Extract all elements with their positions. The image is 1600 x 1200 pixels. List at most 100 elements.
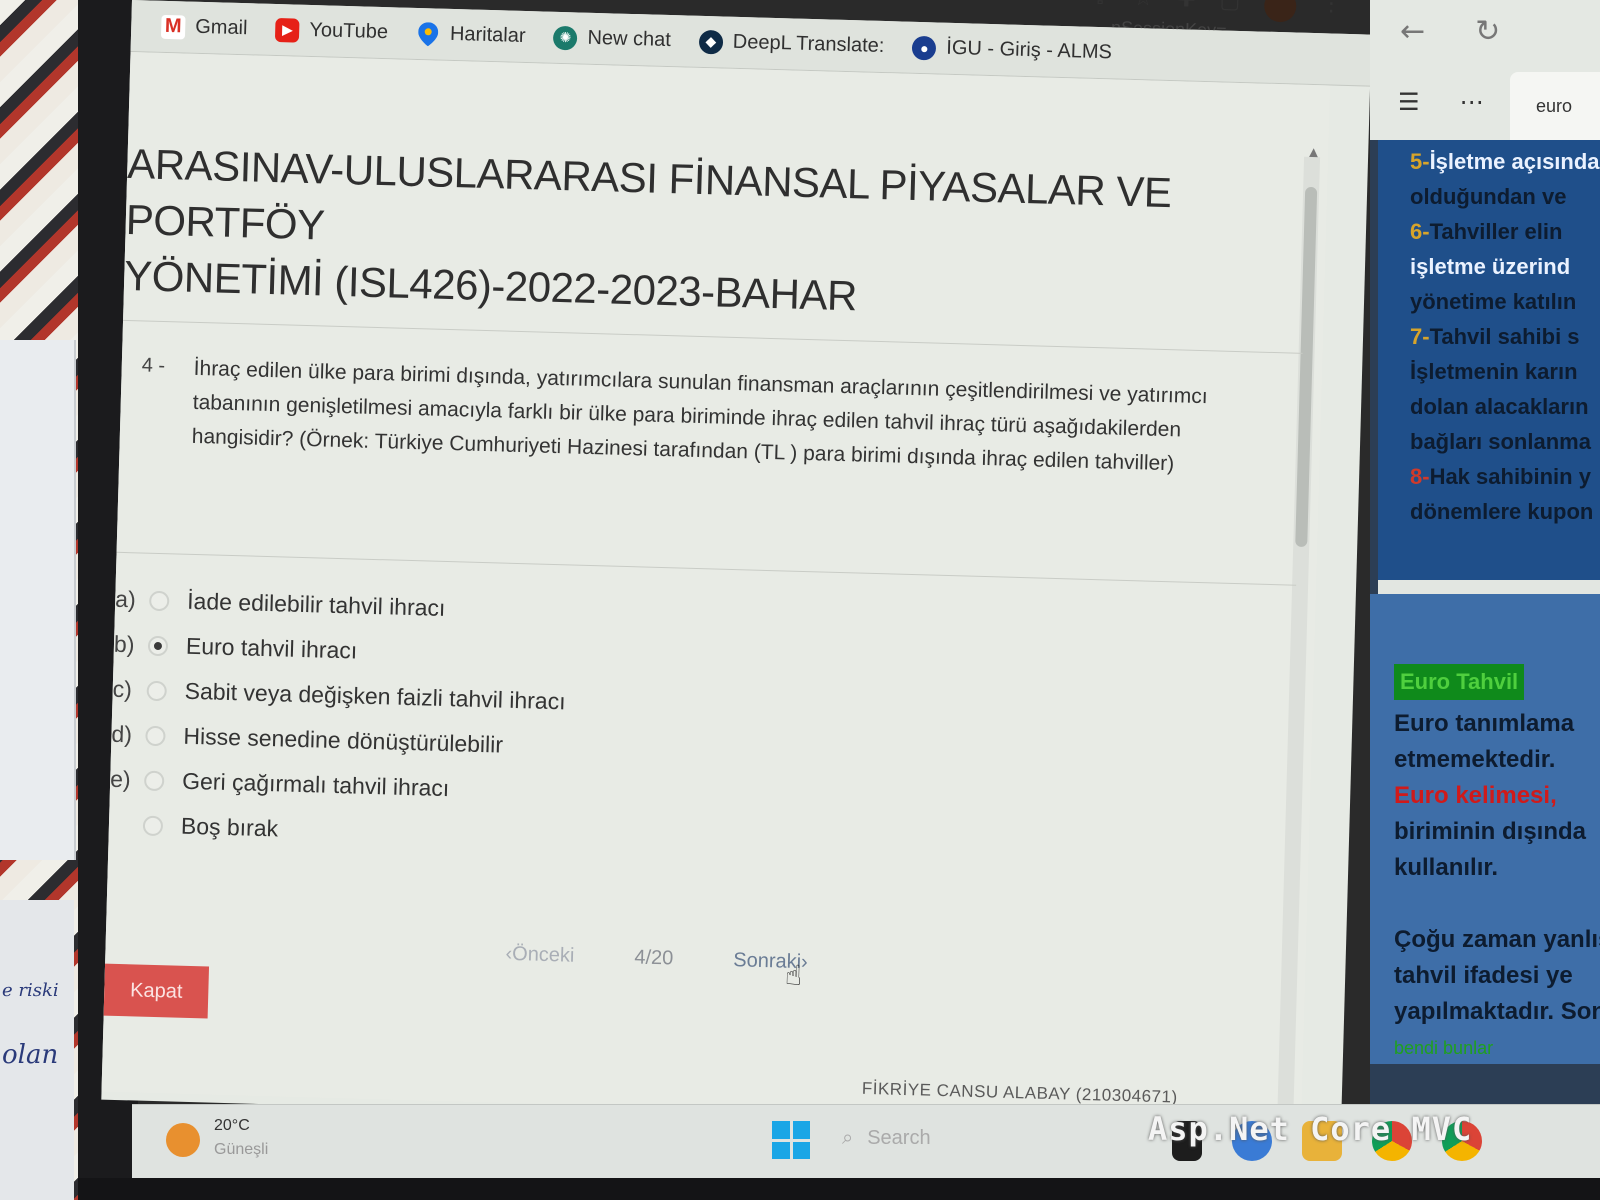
- bookmark-new-chat[interactable]: ✺ New chat: [553, 25, 671, 52]
- sun-icon[interactable]: [166, 1123, 200, 1157]
- extensions-icon[interactable]: ✚: [1177, 0, 1196, 20]
- reader-tools: ☰ ⋯: [1398, 88, 1484, 116]
- profile-avatar[interactable]: [1263, 0, 1297, 23]
- slide-line: Euro kelimesi,: [1394, 782, 1557, 809]
- handwriting: e riski: [2, 980, 59, 1001]
- close-button[interactable]: Kapat: [103, 963, 210, 1019]
- star-icon[interactable]: ☆: [1133, 0, 1153, 19]
- slide-line: yapılmaktadır. Son: [1394, 998, 1600, 1025]
- bookmark-igu[interactable]: ● İGU - Giriş - ALMS: [912, 35, 1112, 65]
- search-placeholder: Search: [867, 1127, 931, 1149]
- slide-line: bendi bunlar: [1394, 1038, 1494, 1058]
- option-letter: b): [113, 630, 135, 658]
- deepl-icon: ◆: [698, 29, 724, 55]
- radio-button[interactable]: [145, 725, 166, 746]
- slide-line: kullanılır.: [1394, 854, 1499, 881]
- slide-line: yönetime katılın: [1410, 289, 1577, 314]
- bookmark-label: Gmail: [194, 15, 248, 40]
- slide-line: Euro tanımlama: [1394, 710, 1575, 737]
- weather-temperature[interactable]: 20°C: [214, 1117, 250, 1135]
- slide-separator: [1378, 580, 1600, 594]
- taskbar-search[interactable]: ⌕ Search: [842, 1127, 931, 1150]
- option-label: Boş bırak: [180, 812, 279, 842]
- bookmark-maps[interactable]: Haritalar: [416, 21, 526, 48]
- bookmark-label: DeepL Translate:: [732, 30, 885, 58]
- slide-line: 6-Tahviller elin: [1410, 219, 1563, 244]
- youtube-icon: ▶: [275, 17, 300, 43]
- slide-line: olduğundan ve: [1410, 184, 1567, 209]
- slide-line: Çoğu zaman yanlış: [1394, 926, 1600, 953]
- side-reader-panel: ← ↻ ☰ ⋯ euro 5-İşletme açısından olduğun…: [1370, 0, 1600, 1104]
- list-icon[interactable]: ☰: [1398, 88, 1420, 116]
- slide-heading-highlight: Euro Tahvil: [1394, 664, 1525, 700]
- bookmark-label: New chat: [587, 26, 672, 52]
- search-icon: ⌕: [842, 1127, 854, 1149]
- reader-toolbar: ← ↻ ☰ ⋯ euro: [1370, 0, 1600, 144]
- bookmark-gmail[interactable]: M Gmail: [160, 14, 248, 40]
- browser-window: ...nSessionKey=... M Gmail ▶ YouTube Har…: [101, 0, 1372, 1167]
- slide-line: 5-İşletme açısından: [1410, 149, 1600, 174]
- maps-pin-icon: [416, 21, 441, 46]
- option-letter: c): [112, 675, 133, 703]
- reload-icon[interactable]: ↻: [1475, 14, 1500, 49]
- slide-line: etmemektedir.: [1394, 746, 1556, 773]
- more-icon[interactable]: ⋯: [1460, 88, 1484, 116]
- question-position: 4/20: [634, 946, 674, 970]
- slide-numbered-list: 5-İşletme açısından olduğundan ve 6-Tahv…: [1378, 140, 1600, 580]
- back-arrow-icon[interactable]: ←: [1400, 14, 1425, 49]
- slide-line: biriminin dışında: [1394, 818, 1587, 845]
- radio-button[interactable]: [142, 815, 164, 836]
- radio-button-selected[interactable]: [147, 635, 169, 656]
- monitor-bezel-bottom: [78, 1178, 1600, 1200]
- exam-page: ▲ ARASINAV-ULUSLARARASI FİNANSAL PİYASAL…: [101, 51, 1331, 1167]
- reader-tab[interactable]: euro: [1510, 72, 1600, 144]
- bookmark-label: İGU - Giriş - ALMS: [946, 36, 1113, 64]
- hand-cursor-icon: ☝: [784, 958, 803, 993]
- radio-button[interactable]: [143, 770, 165, 791]
- slide-line: 7-Tahvil sahibi s: [1410, 324, 1580, 349]
- paper-sheet: [0, 340, 76, 860]
- divider: [116, 551, 1297, 586]
- reader-nav: ← ↻: [1400, 14, 1500, 49]
- weather-condition[interactable]: Güneşli: [214, 1141, 268, 1159]
- bookmark-label: YouTube: [309, 18, 389, 44]
- slide-line: 8-Hak sahibinin y: [1410, 464, 1591, 489]
- slide-euro-bond: Euro Tahvil Euro tanımlama etmemektedir.…: [1370, 594, 1600, 1064]
- previous-button[interactable]: ‹Önceki: [505, 943, 575, 968]
- watermark: Asp.Net Core MVC: [1148, 1110, 1473, 1148]
- option-label: Euro tahvil ihracı: [185, 632, 358, 664]
- igu-icon: ●: [912, 35, 937, 60]
- option-letter: a): [114, 585, 137, 613]
- option-label: Hisse senedine dönüştürülebilir: [183, 722, 504, 758]
- option-letter: [109, 824, 135, 825]
- question-text: İhraç edilen ülke para birimi dışında, y…: [191, 356, 1208, 476]
- question-number: 4 -: [141, 354, 166, 378]
- option-label: İade edilebilir tahvil ihracı: [186, 587, 446, 621]
- slide-line: bağları sonlanma: [1410, 429, 1591, 454]
- radio-button[interactable]: [148, 590, 170, 611]
- slide-line: dolan alacakların: [1410, 394, 1589, 419]
- paper-sheet-lower: e riski olan: [0, 900, 74, 1200]
- more-menu-icon[interactable]: ⋮: [1320, 0, 1343, 24]
- option-label: Geri çağırmalı tahvil ihracı: [181, 767, 450, 802]
- slide-line: [1394, 886, 1600, 922]
- question-pager: ‹Önceki 4/20 Sonraki›: [505, 943, 808, 974]
- slide-line: İşletmenin karın: [1410, 359, 1578, 384]
- bookmark-label: Haritalar: [449, 22, 526, 47]
- chat-icon: ✺: [553, 25, 578, 50]
- option-label: Sabit veya değişken faizli tahvil ihracı: [184, 677, 566, 715]
- desk-background: e riski olan: [0, 0, 78, 1200]
- bookmark-youtube[interactable]: ▶ YouTube: [275, 17, 389, 45]
- gmail-icon: M: [160, 14, 186, 39]
- slide-line: işletme üzerind: [1410, 254, 1571, 279]
- share-icon[interactable]: ⇪: [1090, 0, 1110, 17]
- option-letter: d): [111, 720, 133, 748]
- slide-line: dönemlere kupon: [1410, 499, 1594, 524]
- bookmark-deepl[interactable]: ◆ DeepL Translate:: [698, 29, 885, 58]
- radio-button[interactable]: [146, 680, 168, 701]
- sidepanel-icon[interactable]: ▢: [1219, 0, 1240, 21]
- previous-label: Önceki: [511, 942, 575, 967]
- handwriting: olan: [2, 1040, 59, 1070]
- slide-line: tahvil ifadesi ye: [1394, 962, 1573, 989]
- windows-start-icon[interactable]: [772, 1121, 810, 1159]
